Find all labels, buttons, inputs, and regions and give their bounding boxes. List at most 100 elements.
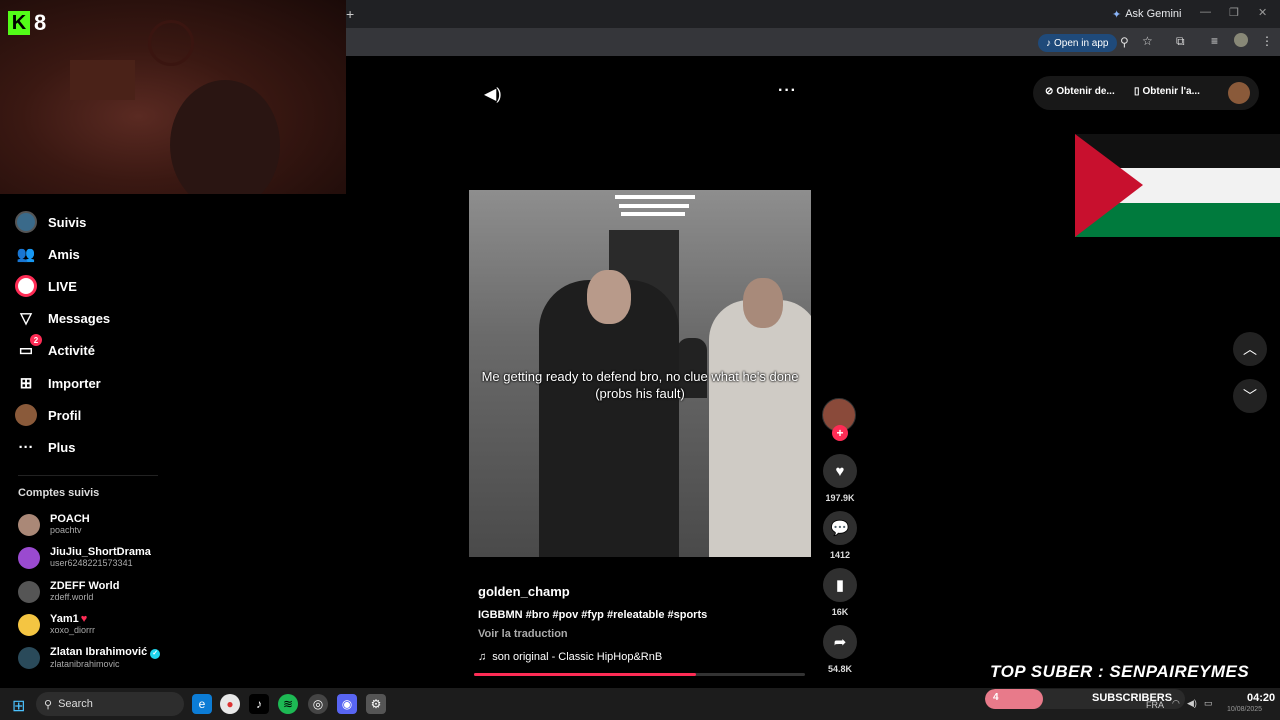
avatar	[18, 546, 40, 569]
comment-icon: 💬	[830, 520, 850, 537]
sidebar-item-live[interactable]: LIVE	[14, 272, 77, 300]
avatar	[18, 513, 40, 536]
get-desktop-app-button[interactable]: ⊘ Obtenir de...	[1045, 86, 1115, 97]
followed-account[interactable]: Zlatan Ibrahimović ✓ zlatanibrahimovic	[18, 646, 161, 670]
previous-video-button[interactable]: ︿	[1233, 332, 1267, 366]
taskbar-search[interactable]: ⚲ Search	[36, 692, 184, 716]
live-icon	[14, 274, 38, 298]
palestine-flag-overlay	[1075, 134, 1280, 237]
windows-start-icon[interactable]: ⊞	[12, 696, 25, 716]
upload-icon: ⊞	[19, 375, 33, 392]
next-video-button[interactable]: ﹀	[1233, 379, 1267, 413]
sidebar-item-activite[interactable]: ▭ 2 Activité	[14, 334, 95, 364]
following-avatar-icon	[14, 210, 38, 234]
language-indicator[interactable]: FRA	[1146, 700, 1164, 710]
sound-link[interactable]: ♫ son original - Classic HipHop&RnB	[478, 651, 662, 663]
comment-count: 1412	[829, 550, 851, 560]
like-button[interactable]: ♥	[823, 454, 857, 488]
tiktok-icon: ♪	[1046, 37, 1051, 49]
close-window-button[interactable]: ✕	[1258, 6, 1267, 19]
top-suber-banner: TOP SUBER : SENPAIREYMES	[990, 662, 1250, 681]
profile-avatar-icon[interactable]	[1234, 33, 1248, 47]
sidebar-item-profil[interactable]: Profil	[14, 401, 81, 429]
like-count: 197.9K	[825, 493, 855, 503]
kick-logo-icon: K	[8, 11, 30, 35]
minimize-button[interactable]: —	[1200, 6, 1211, 18]
gemini-icon: ✦	[1112, 8, 1122, 21]
extensions-icon[interactable]: ⧉	[1176, 34, 1185, 49]
share-count: 54.8K	[827, 664, 853, 674]
followed-account[interactable]: Yam1 ♥ xoxo_diorrr	[18, 613, 95, 636]
volume-icon[interactable]: ◀)	[484, 84, 502, 104]
sidebar-item-suivis[interactable]: Suivis	[14, 208, 86, 236]
comment-button[interactable]: 💬	[823, 511, 857, 545]
video-progress-bar[interactable]	[474, 673, 805, 676]
bookmark-star-icon[interactable]: ☆	[1142, 34, 1153, 48]
streamer-silhouette	[170, 80, 280, 194]
browser-menu-icon[interactable]: ⋮	[1261, 34, 1273, 48]
battery-icon[interactable]: ▭	[1204, 698, 1213, 709]
video-description: IGBBMN #bro #pov #fyp #releatable #sport…	[478, 609, 708, 621]
sidebar-item-importer[interactable]: ⊞ Importer	[14, 369, 101, 397]
ask-gemini-button[interactable]: ✦ Ask Gemini	[1106, 5, 1187, 23]
get-app-pill: ⊘ Obtenir de... ▯ Obtenir l'a...	[1033, 76, 1259, 110]
messages-icon: ▽	[20, 310, 32, 327]
sidebar-divider	[18, 475, 158, 476]
following-section-title: Comptes suivis	[18, 487, 100, 499]
zoom-icon[interactable]: ⚲	[1120, 35, 1129, 49]
settings-gear-icon[interactable]: ⚙	[366, 694, 386, 714]
follow-plus-button[interactable]: +	[832, 425, 848, 441]
translate-link[interactable]: Voir la traduction	[478, 628, 568, 640]
avatar	[18, 580, 40, 603]
subscribers-count: 4	[993, 692, 999, 703]
taskbar-date: 10/08/2025	[1227, 706, 1263, 713]
speaker-icon[interactable]: ◀)	[1187, 698, 1197, 709]
ceiling-light	[621, 212, 685, 216]
video-progress-fill	[474, 673, 696, 676]
spotify-icon[interactable]: ≋	[278, 694, 298, 714]
activity-badge: 2	[30, 334, 42, 346]
save-button[interactable]: ▮	[823, 568, 857, 602]
heart-icon: ♥	[80, 613, 88, 625]
music-note-icon: ♫	[478, 651, 487, 663]
media-control-icon[interactable]: ≡	[1211, 34, 1218, 48]
followed-account[interactable]: ZDEFF World zdeff.world	[18, 580, 119, 603]
chrome-icon[interactable]: ●	[220, 694, 240, 714]
get-mobile-app-button[interactable]: ▯ Obtenir l'a...	[1134, 86, 1200, 97]
search-icon: ⚲	[44, 698, 53, 711]
activity-icon: ▭ 2	[14, 334, 42, 362]
edge-icon[interactable]: e	[192, 694, 212, 714]
followed-account[interactable]: JiuJiu_ShortDrama user6248221573341	[18, 546, 151, 569]
viewer-count: 8	[34, 10, 47, 35]
chevron-down-icon: ﹀	[1243, 388, 1257, 404]
ceiling-light	[615, 195, 695, 199]
sidebar-item-plus[interactable]: ··· Plus	[14, 433, 76, 461]
followed-account[interactable]: POACH poachtv	[18, 513, 90, 536]
share-button[interactable]: ➦	[823, 625, 857, 659]
tiktok-app-icon[interactable]: ♪	[249, 694, 269, 714]
more-options-icon[interactable]: ···	[778, 82, 797, 100]
heart-icon: ♥	[835, 462, 845, 480]
webcam-overlay: K 8	[0, 0, 346, 194]
avatar	[18, 613, 40, 636]
wall-frame	[70, 60, 135, 100]
sidebar-item-messages[interactable]: ▽ Messages	[14, 304, 110, 332]
phone-icon: ▯	[1134, 86, 1140, 97]
more-icon: ···	[18, 438, 34, 456]
person	[709, 278, 811, 557]
verified-icon: ✓	[150, 649, 161, 659]
person	[539, 270, 679, 557]
maximize-button[interactable]: ❐	[1229, 6, 1239, 19]
video-author[interactable]: golden_champ	[478, 584, 570, 599]
wifi-icon[interactable]: ◠	[1172, 698, 1180, 709]
user-avatar[interactable]	[1228, 82, 1250, 104]
discord-icon[interactable]: ◉	[337, 694, 357, 714]
obs-icon[interactable]: ◎	[308, 694, 328, 714]
avatar	[18, 647, 40, 669]
sidebar-item-amis[interactable]: 👥 Amis	[14, 240, 80, 268]
taskbar-clock[interactable]: 04:20	[1247, 692, 1275, 704]
profile-icon	[14, 403, 38, 427]
new-tab-button[interactable]: +	[346, 6, 354, 22]
open-in-app-button[interactable]: ♪ Open in app	[1038, 34, 1117, 52]
kick-viewer-counter: K 8	[8, 10, 46, 36]
